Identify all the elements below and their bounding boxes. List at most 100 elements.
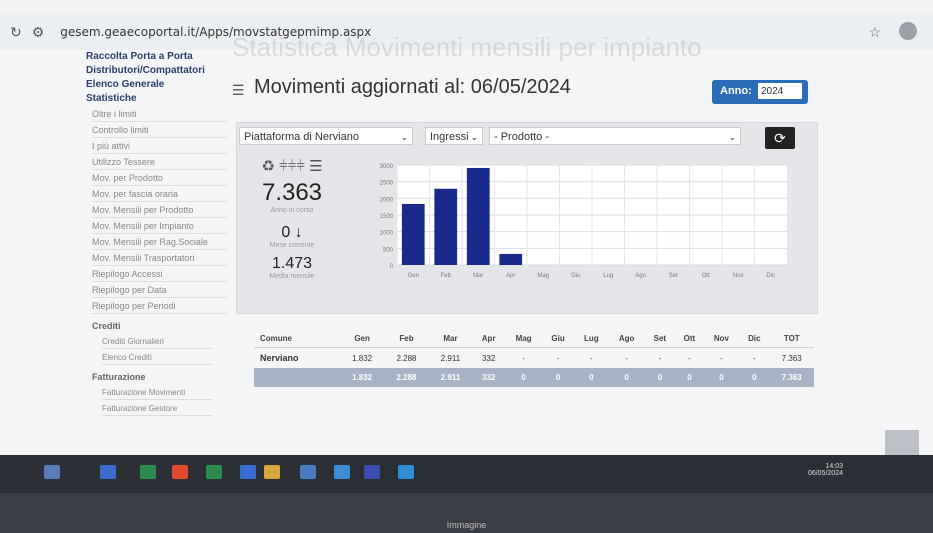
chrome-icon[interactable]: [172, 465, 188, 479]
sidebar-item[interactable]: Mov. Mensili per Prodotto: [92, 202, 227, 218]
x-tick-label: Dic: [766, 273, 775, 279]
table-header-cell: Mag: [505, 330, 543, 348]
table-cell: 0: [739, 368, 770, 387]
page-ghost-title: Statistica Movimenti mensili per impiant…: [232, 32, 702, 62]
table-header-cell: Mar: [428, 330, 473, 348]
table-header-cell: Dic: [739, 330, 770, 348]
sidebar-item[interactable]: Oltre i limiti: [92, 106, 227, 122]
y-tick-label: 1500: [380, 214, 394, 220]
x-tick-label: Feb: [441, 273, 452, 279]
sidebar-section-head[interactable]: Elenco Generale: [80, 78, 230, 92]
table-header-cell: TOT: [769, 330, 814, 348]
table-cell: 332: [481, 353, 496, 363]
stats-icons: ♻ ⫩⫩⫩ ☰: [261, 158, 323, 175]
sidebar-item[interactable]: Mov. Mensili per Rag.Sociale: [92, 234, 227, 250]
x-tick-label: Set: [669, 273, 678, 279]
anno-input[interactable]: [758, 83, 802, 99]
app-icon[interactable]: [140, 465, 156, 479]
edge-icon[interactable]: [398, 465, 414, 479]
x-tick-label: Ott: [702, 273, 710, 279]
bar: [401, 203, 425, 265]
sidebar: Raccolta Porta a Porta Distributori/Compa…: [80, 50, 230, 460]
y-tick-label: 2000: [380, 197, 394, 203]
sidebar-item[interactable]: Riepilogo per Data: [92, 282, 227, 298]
app-icon[interactable]: [100, 465, 116, 479]
mese-value: 0 ↓: [281, 224, 303, 241]
sidebar-item[interactable]: Riepilogo Accessi: [92, 266, 227, 282]
sidebar-section-head[interactable]: Raccolta Porta a Porta: [80, 50, 230, 64]
piattaforma-select[interactable]: Piattaforma di Nerviano ⌄: [239, 127, 413, 145]
table-header-row: Comune Gen Feb Mar Apr Mag Giu Lug Ago Set Ott Nov D…: [254, 330, 814, 348]
sidebar-item[interactable]: Mov. per fascia oraria: [92, 186, 227, 202]
start-icon[interactable]: [44, 465, 60, 479]
x-tick-label: Ago: [635, 273, 646, 279]
site-settings-icon[interactable]: ⚙: [32, 24, 45, 41]
table-header-cell: Gen: [339, 330, 385, 348]
table-cell: -: [625, 353, 628, 363]
sidebar-item[interactable]: Fatturazione Movimenti: [102, 384, 212, 400]
anno-box: Anno:: [712, 80, 808, 104]
sidebar-item[interactable]: Mov. per Prodotto: [92, 170, 227, 186]
table-header-cell: Lug: [574, 330, 609, 348]
mese-label: Mese corrente: [269, 242, 315, 249]
tipo-select[interactable]: Ingressi ⌄: [425, 127, 483, 145]
app-icon[interactable]: [300, 465, 316, 479]
app-icon[interactable]: [206, 465, 222, 479]
sidebar-group-crediti[interactable]: Crediti: [92, 320, 230, 333]
sidebar-section-head[interactable]: Statistiche: [80, 92, 230, 106]
table-cell: -: [720, 353, 723, 363]
table-cell: 1.832: [352, 353, 373, 363]
table-header-cell: Ago: [608, 330, 645, 348]
sidebar-item[interactable]: Elenco Crediti: [102, 349, 212, 365]
menu-icon[interactable]: ☰: [232, 82, 245, 99]
x-tick-label: Mag: [537, 273, 549, 279]
stats-column: ♻ ⫩⫩⫩ ☰ 7.363 Anno in corso 0 ↓ Mese cor…: [237, 157, 347, 280]
table-cell: 2.288: [396, 353, 417, 363]
sidebar-item[interactable]: Mov. Mensili Trasportatori: [92, 250, 227, 266]
table-header-cell: Giu: [542, 330, 575, 348]
table-header-cell: Comune: [254, 330, 340, 348]
x-tick-label: Lug: [603, 273, 613, 279]
anno-total-value: 7.363: [261, 179, 323, 206]
refresh-button[interactable]: ⟳: [765, 127, 795, 149]
bookmark-star-icon[interactable]: ☆: [868, 24, 881, 41]
x-tick-label: Nov: [733, 273, 744, 279]
x-tick-label: Apr: [506, 273, 515, 279]
table-cell: -: [688, 353, 691, 363]
table-cell: 2.911: [440, 353, 461, 363]
sidebar-section-head[interactable]: Distributori/Compattatori: [80, 64, 230, 78]
table-cell: 0: [675, 368, 704, 387]
y-tick-label: 2500: [380, 181, 394, 187]
refresh-icon: ⟳: [774, 130, 786, 146]
table-cell: 332: [472, 368, 506, 387]
app-icon[interactable]: [264, 465, 280, 479]
table-cell: 0: [644, 368, 676, 387]
prodotto-select[interactable]: - Prodotto - ⌄: [489, 127, 741, 145]
sidebar-item[interactable]: I più attivi: [92, 138, 227, 154]
stats-panel: Piattaforma di Nerviano ⌄ Ingressi ⌄ - Pro…: [236, 122, 818, 314]
x-tick-label: Giu: [571, 273, 580, 279]
app-icon[interactable]: [334, 465, 350, 479]
table-cell: -: [522, 353, 525, 363]
sidebar-item[interactable]: Mov. Mensili per Impianto: [92, 218, 227, 234]
page-title: Movimenti aggiornati al: 06/05/2024: [254, 76, 571, 98]
media-value: 1.473: [271, 255, 313, 272]
table-cell: 2.911: [428, 368, 473, 387]
movements-table: Comune Gen Feb Mar Apr Mag Giu Lug Ago Set Ott Nov D…: [254, 330, 814, 387]
app-icon[interactable]: [364, 465, 380, 479]
page: Statistica Movimenti mensili per impiant…: [0, 32, 933, 464]
sidebar-group-fatturazione[interactable]: Fatturazione: [92, 371, 230, 384]
reload-icon[interactable]: ↻: [10, 24, 22, 41]
clock[interactable]: 14:03 06/05/2024: [808, 463, 843, 477]
profile-avatar[interactable]: [899, 22, 917, 40]
table-cell: 2.288: [384, 368, 429, 387]
table-header-cell: Apr: [472, 330, 506, 348]
table-wrap: Comune Gen Feb Mar Apr Mag Giu Lug Ago Set Ott Nov D…: [254, 330, 814, 387]
sidebar-item[interactable]: Fatturazione Gestore: [102, 400, 212, 416]
sidebar-item[interactable]: Utilizzo Tessere: [92, 154, 227, 170]
sidebar-item[interactable]: Crediti Giornalieri: [102, 333, 212, 349]
app-icon[interactable]: [240, 465, 256, 479]
sidebar-item[interactable]: Riepilogo per Periodi: [92, 298, 227, 314]
main-header: ☰ Movimenti aggiornati al: 06/05/2024 An…: [232, 76, 816, 106]
sidebar-item[interactable]: Controllo limiti: [92, 122, 227, 138]
